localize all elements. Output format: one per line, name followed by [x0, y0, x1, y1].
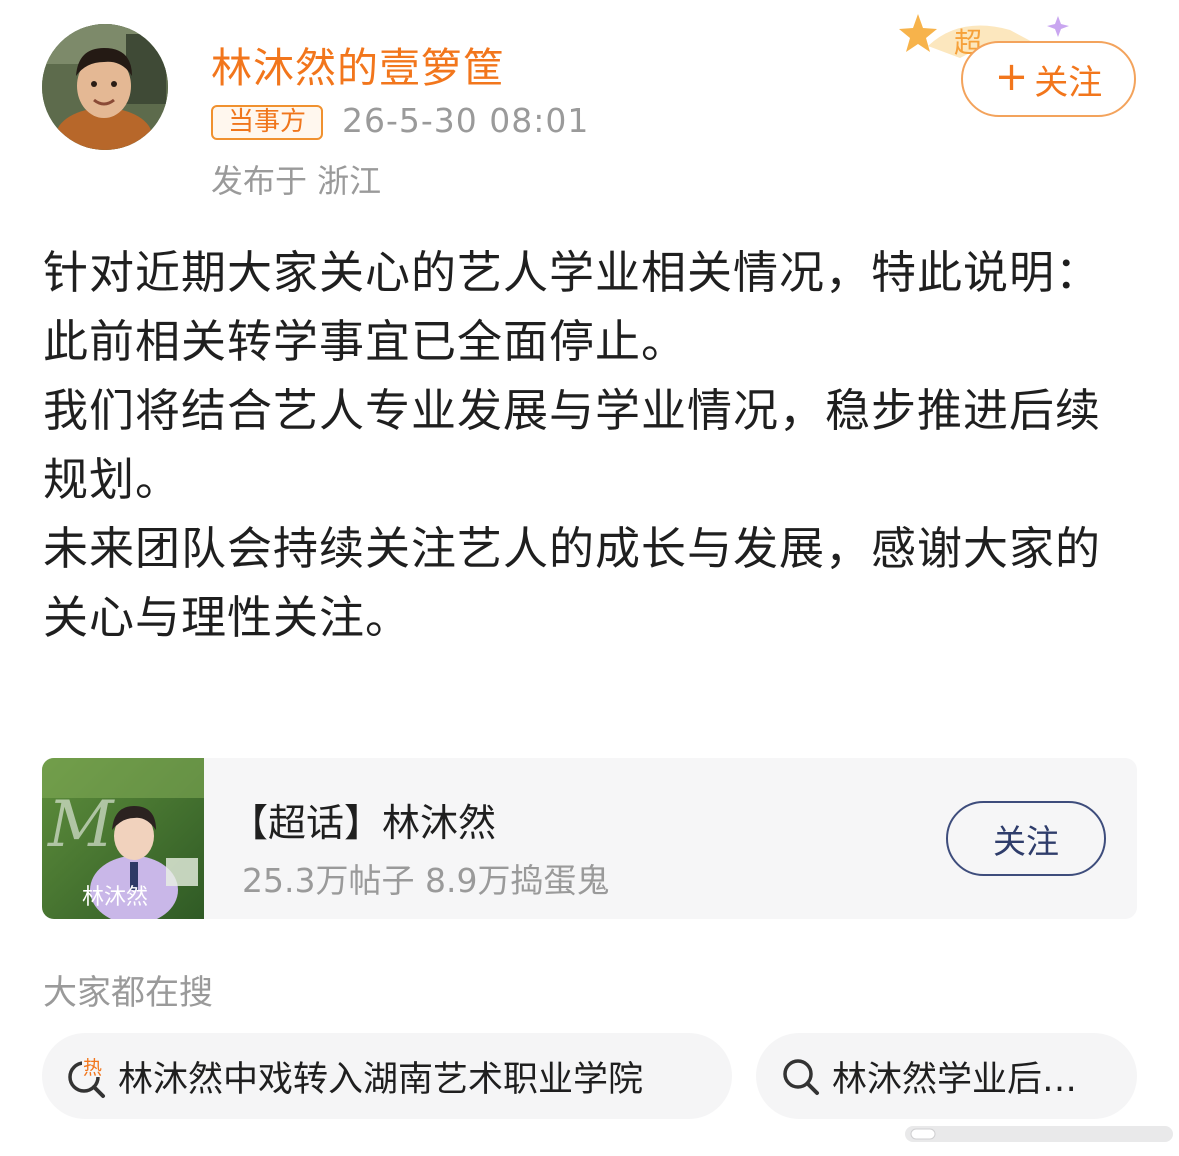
post-paragraph: 未来团队会持续关注艺人的成长与发展，感谢大家的关心与理性关注。 [43, 522, 1102, 644]
plus-icon: + [994, 54, 1029, 100]
post-paragraph: 我们将结合艺人专业发展与学业情况，稳步推进后续规划。 [43, 384, 1102, 506]
party-badge: 当事方 [211, 105, 323, 140]
super-topic-card[interactable]: M 林沐然 【超话】林沐然 25.3万帖子 8.9万捣蛋鬼 关注 [42, 758, 1137, 919]
post-timestamp: 26-5-30 08:01 [342, 101, 590, 140]
topic-title[interactable]: 【超话】林沐然 [230, 792, 496, 847]
post-body: 针对近期大家关心的艺人学业相关情况，特此说明： 此前相关转学事宜已全面停止。 我… [43, 238, 1103, 652]
hot-search-icon: 热 [68, 1055, 106, 1098]
topic-cover-caption: 林沐然 [82, 885, 148, 910]
topic-cover-image: M 林沐然 [42, 758, 204, 919]
search-icon [783, 1059, 819, 1095]
avatar[interactable] [42, 24, 168, 150]
search-chip-text: 林沐然学业后… [832, 1059, 1078, 1100]
post-location: 发布于 浙江 [211, 162, 382, 200]
search-chip-text: 林沐然中戏转入湖南艺术职业学院 [118, 1059, 644, 1100]
search-section-heading: 大家都在搜 [43, 973, 213, 1013]
post-paragraph: 此前相关转学事宜已全面停止。 [43, 315, 688, 368]
follow-button[interactable]: + 关注 [961, 41, 1136, 117]
post-paragraph: 针对近期大家关心的艺人学业相关情况，特此说明： [43, 246, 1102, 299]
scroll-indicator [905, 1126, 1173, 1142]
hot-label: 热 [83, 1057, 102, 1079]
topic-follow-button[interactable]: 关注 [946, 801, 1106, 876]
username[interactable]: 林沐然的壹箩筐 [211, 34, 505, 94]
topic-stats: 25.3万帖子 8.9万捣蛋鬼 [242, 861, 610, 900]
svg-text:M: M [47, 788, 115, 862]
search-chip-hot[interactable]: 热 林沐然中戏转入湖南艺术职业学院 [42, 1033, 732, 1119]
follow-button-label: 关注 [1034, 62, 1103, 103]
search-chip[interactable]: 林沐然学业后… [756, 1033, 1137, 1119]
